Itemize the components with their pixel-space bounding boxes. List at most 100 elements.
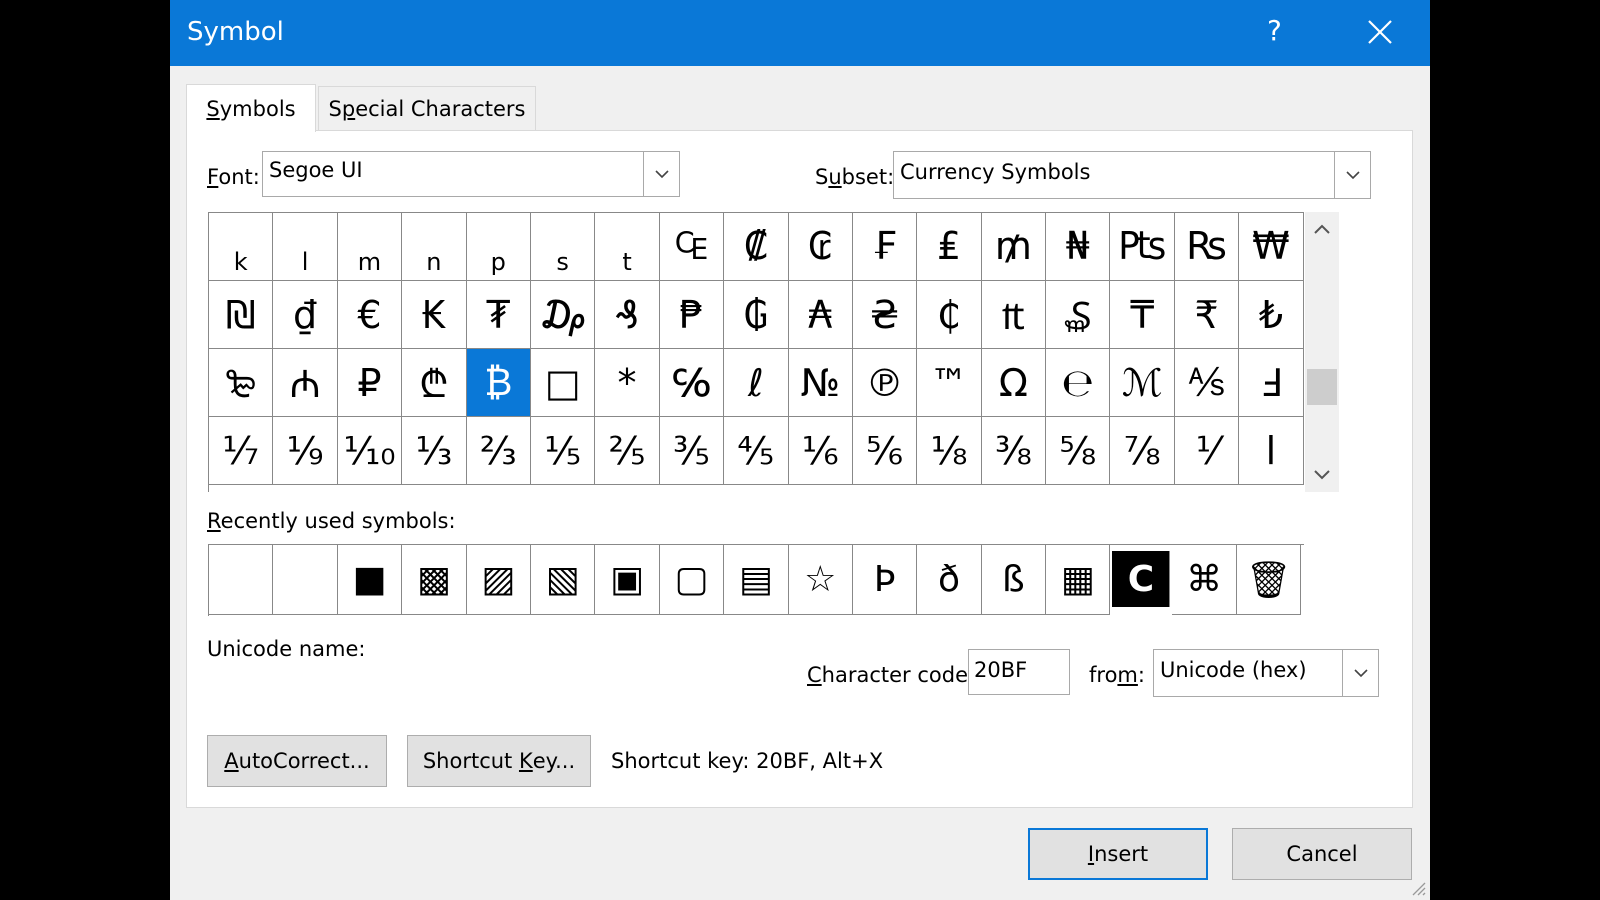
symbol-cell[interactable]: ⅚ (852, 417, 918, 485)
symbol-cell[interactable]: € (337, 281, 403, 349)
recent-symbol-cell[interactable]: ☆ (788, 545, 853, 615)
symbol-cell[interactable]: ₳ (788, 281, 853, 349)
symbol-cell[interactable]: № (788, 349, 853, 417)
symbol-cell[interactable]: ⅖ (595, 417, 660, 485)
symbol-cell[interactable]: n (402, 213, 467, 281)
symbol-cell[interactable]: ₾ (402, 349, 467, 417)
symbol-cell[interactable]: ₲ (724, 281, 789, 349)
recent-symbol-cell[interactable]: ▤ (724, 545, 789, 615)
recent-symbol-cell[interactable]: ▩ (402, 545, 467, 615)
symbol-cell[interactable]: ₵ (917, 281, 982, 349)
symbol-cell[interactable]: m (337, 213, 403, 281)
symbol-cell[interactable]: * (595, 349, 660, 417)
symbol-cell[interactable]: ⅐ (209, 417, 274, 485)
symbol-cell[interactable]: ₶ (981, 281, 1047, 349)
recent-symbol-cell[interactable]: ß (981, 545, 1047, 615)
subset-dropdown[interactable]: Currency Symbols (893, 151, 1371, 199)
symbol-cell[interactable]: t (595, 213, 660, 281)
from-dropdown[interactable]: Unicode (hex) (1153, 649, 1379, 697)
symbol-cell[interactable]: ⅕ (530, 417, 596, 485)
symbol-cell[interactable]: ₱ (659, 281, 725, 349)
tab-symbols[interactable]: Symbols (186, 84, 316, 132)
symbol-cell[interactable]: ₪ (209, 281, 274, 349)
symbol-cell[interactable]: ⅘ (724, 417, 789, 485)
symbol-cell[interactable]: ⅑ (273, 417, 338, 485)
symbol-cell[interactable]: ₽ (337, 349, 403, 417)
symbol-cell[interactable]: ₴ (852, 281, 918, 349)
character-code-input[interactable]: 20BF (968, 649, 1070, 695)
font-dropdown-arrow[interactable] (643, 152, 679, 196)
symbol-cell[interactable]: ⅙ (788, 417, 853, 485)
symbol-cell[interactable]: ⅼ (1239, 417, 1304, 485)
shortcut-key-button[interactable]: Shortcut Key... (407, 735, 591, 787)
symbol-cell[interactable]: ₢ (788, 213, 853, 281)
subset-dropdown-arrow[interactable] (1334, 152, 1370, 198)
symbol-cell[interactable]: ⅞ (1110, 417, 1175, 485)
cancel-button[interactable]: Cancel (1232, 828, 1412, 880)
resize-grip-icon[interactable] (1410, 880, 1426, 896)
symbol-cell[interactable]: ⅓ (402, 417, 467, 485)
symbol-cell[interactable]: Ω (981, 349, 1047, 417)
recent-symbol-cell[interactable]: ▨ (466, 545, 531, 615)
insert-button[interactable]: Insert (1028, 828, 1208, 880)
symbol-cell[interactable]: ⅗ (659, 417, 725, 485)
symbol-cell[interactable]: ₡ (724, 213, 789, 281)
symbol-cell[interactable]: ₮ (466, 281, 531, 349)
symbol-cell[interactable]: ⅒ (337, 417, 403, 485)
symbol-cell[interactable]: ₧ (1110, 213, 1175, 281)
symbol-cell[interactable]: ₹ (1174, 281, 1240, 349)
symbol-cell[interactable]: ℗ (852, 349, 918, 417)
symbol-cell[interactable]: ⅟ (1174, 417, 1240, 485)
scroll-thumb[interactable] (1307, 369, 1337, 405)
recent-symbol-cell[interactable]: ⌘ (1172, 545, 1237, 615)
recent-symbol-cell[interactable] (273, 545, 338, 615)
symbol-cell[interactable]: l (273, 213, 338, 281)
recent-symbol-cell[interactable]: Þ (852, 545, 918, 615)
recent-symbol-cell[interactable]: C (1112, 551, 1171, 607)
recent-symbol-cell[interactable]: ■ (337, 545, 403, 615)
symbol-cell[interactable]: ₩ (1239, 213, 1304, 281)
autocorrect-button[interactable]: AutoCorrect... (207, 735, 387, 787)
symbol-cell[interactable]: ₿ (466, 349, 531, 417)
symbol-cell[interactable]: ₰ (595, 281, 660, 349)
font-dropdown[interactable]: Segoe UI (262, 151, 680, 197)
symbol-cell[interactable]: ⅍ (1174, 349, 1240, 417)
tab-special-characters[interactable]: Special Characters (318, 86, 536, 130)
symbol-cell[interactable]: ₣ (852, 213, 918, 281)
symbol-cell[interactable]: ₤ (917, 213, 982, 281)
recent-symbol-cell[interactable]: 🗑 (1236, 545, 1302, 615)
recent-symbol-cell[interactable]: ▧ (530, 545, 596, 615)
symbol-cell[interactable]: s (530, 213, 596, 281)
symbol-cell[interactable]: ₥ (981, 213, 1047, 281)
symbol-cell[interactable]: ₯ (530, 281, 596, 349)
symbol-cell[interactable]: k (209, 213, 274, 281)
symbol-cell[interactable]: ₼ (273, 349, 338, 417)
help-button[interactable]: ? (1267, 14, 1282, 47)
close-button[interactable] (1360, 14, 1400, 50)
symbol-cell[interactable]: ⅛ (917, 417, 982, 485)
symbol-cell[interactable]: ⅔ (466, 417, 531, 485)
symbol-cell[interactable]: ₷ (1046, 281, 1111, 349)
recent-symbol-cell[interactable]: ▢ (659, 545, 725, 615)
recent-symbol-cell[interactable]: ▦ (1046, 545, 1111, 615)
symbol-cell[interactable]: ℅ (659, 349, 725, 417)
symbol-cell[interactable]: ₭ (402, 281, 467, 349)
symbol-cell[interactable]: ℳ (1110, 349, 1175, 417)
scroll-up-button[interactable] (1305, 212, 1339, 246)
recent-symbol-cell[interactable] (209, 545, 274, 615)
symbol-cell[interactable]: ₫ (273, 281, 338, 349)
symbol-cell[interactable]: ₦ (1046, 213, 1111, 281)
symbol-cell[interactable]: ₠ (659, 213, 725, 281)
symbol-cell[interactable]: ℓ (724, 349, 789, 417)
symbol-cell[interactable]: ₺ (1239, 281, 1304, 349)
symbol-cell[interactable]: ₻ (209, 349, 274, 417)
from-dropdown-arrow[interactable] (1342, 650, 1378, 696)
symbol-cell[interactable]: ™ (917, 349, 982, 417)
symbol-cell[interactable]: ⅜ (981, 417, 1047, 485)
scroll-down-button[interactable] (1305, 458, 1339, 492)
symbol-cell[interactable]: □ (530, 349, 596, 417)
symbol-cell[interactable]: ₸ (1110, 281, 1175, 349)
symbol-cell[interactable]: ⅝ (1046, 417, 1111, 485)
symbol-cell[interactable]: ₨ (1174, 213, 1240, 281)
symbol-cell[interactable]: Ⅎ (1239, 349, 1304, 417)
